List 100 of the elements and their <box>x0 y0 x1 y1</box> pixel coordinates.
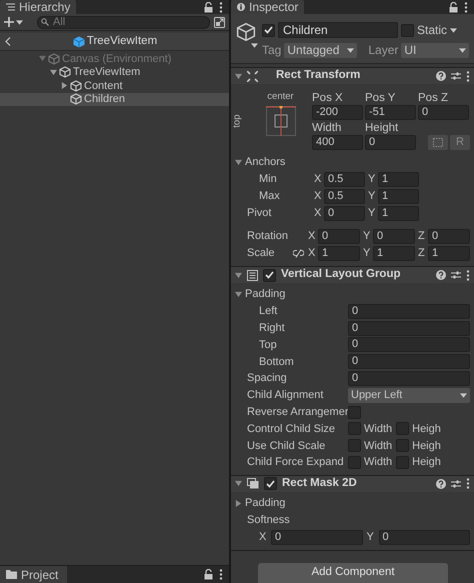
option-label: Heigh <box>412 422 441 437</box>
number-field[interactable]: 0 <box>348 320 470 336</box>
number-field[interactable]: 1 <box>378 206 419 221</box>
checkbox[interactable] <box>263 268 276 282</box>
collapse-arrow-icon[interactable] <box>235 291 242 298</box>
caret-icon[interactable] <box>450 28 458 32</box>
hierarchy-tab[interactable]: Hierarchy <box>0 0 76 14</box>
option-label: Heigh <box>412 438 441 454</box>
collapse-arrow-icon[interactable] <box>235 480 242 488</box>
cube-icon <box>48 52 60 65</box>
search-field[interactable]: All <box>37 16 210 28</box>
anchor-horizontal-label: center <box>267 90 294 104</box>
number-field[interactable]: 0.5 <box>324 172 365 187</box>
checkbox[interactable] <box>264 477 277 490</box>
add-component-button[interactable]: Add Component <box>258 563 448 583</box>
number-field[interactable]: 1 <box>373 246 415 261</box>
blueprint-button[interactable] <box>428 134 448 150</box>
inspector-tab[interactable]: Inspector <box>231 0 304 14</box>
foldout[interactable]: Padding <box>231 286 474 303</box>
number-field[interactable]: 1 <box>378 172 419 187</box>
broken-link-icon[interactable] <box>293 249 304 258</box>
expand-arrow-icon[interactable] <box>61 82 68 90</box>
lock-icon[interactable] <box>204 2 213 12</box>
number-field[interactable]: 0 <box>348 354 470 370</box>
help-icon[interactable] <box>436 478 446 489</box>
scene-filter-icon[interactable] <box>214 16 225 28</box>
lock-icon[interactable] <box>449 2 458 12</box>
component-header[interactable]: Rect Transform <box>231 67 474 84</box>
number-field[interactable]: 1 <box>318 246 360 261</box>
help-icon[interactable] <box>436 270 446 280</box>
number-field[interactable]: 0 <box>348 337 470 352</box>
caret-icon[interactable] <box>251 43 258 48</box>
collapse-arrow-icon[interactable] <box>235 272 242 278</box>
number-field[interactable]: 0 <box>365 134 416 150</box>
number-field[interactable]: -200 <box>312 104 363 120</box>
folder-icon <box>6 570 17 579</box>
anchor-preset-drawing[interactable] <box>266 106 296 136</box>
dashed-square-icon <box>433 138 443 146</box>
checkbox[interactable] <box>348 439 361 452</box>
number-field[interactable]: 0 <box>348 371 470 386</box>
component-header[interactable]: Rect Mask 2D <box>231 474 474 492</box>
add-button[interactable] <box>4 17 23 27</box>
number-field[interactable]: 0 <box>324 206 365 221</box>
option-label: Heigh <box>412 455 441 470</box>
checkbox[interactable] <box>396 456 410 470</box>
layer-dropdown[interactable]: UI <box>401 42 469 58</box>
more-icon[interactable] <box>219 569 223 580</box>
more-icon[interactable] <box>464 2 468 12</box>
number-field[interactable]: 0 <box>373 229 415 244</box>
number-field[interactable]: 0 <box>418 104 469 120</box>
axis-label: X <box>308 229 316 244</box>
expand-arrow-icon[interactable] <box>235 500 242 507</box>
component-header[interactable]: Vertical Layout Group <box>231 266 474 283</box>
tree-item[interactable]: TreeViewItem <box>0 66 229 79</box>
option-label: Width <box>364 422 392 437</box>
list-icon <box>6 3 15 11</box>
tree-item[interactable]: Children <box>0 92 229 106</box>
number-field[interactable]: 0 <box>318 229 360 244</box>
checkbox[interactable] <box>348 456 361 470</box>
number-field[interactable]: 0 <box>348 304 470 319</box>
project-tab[interactable]: Project <box>0 566 67 583</box>
more-icon[interactable] <box>466 478 470 490</box>
number-field[interactable]: 400 <box>312 134 363 150</box>
more-icon[interactable] <box>466 70 470 82</box>
number-field[interactable]: 1 <box>428 246 470 261</box>
help-icon[interactable] <box>436 71 446 81</box>
number-field[interactable]: 0 <box>378 530 470 545</box>
info-icon <box>237 3 245 11</box>
foldout[interactable]: Padding <box>231 494 474 512</box>
more-icon[interactable] <box>466 270 470 280</box>
checkbox[interactable] <box>396 422 410 436</box>
field-label: Child Alignment <box>247 388 324 404</box>
lock-icon[interactable] <box>204 569 213 580</box>
name-field[interactable]: Children <box>278 22 398 38</box>
collapse-arrow-icon[interactable] <box>235 72 242 80</box>
cube-icon[interactable] <box>236 22 256 42</box>
sliders-icon[interactable] <box>451 71 461 81</box>
tag-dropdown[interactable]: Untagged <box>284 42 358 58</box>
alignment-dropdown[interactable]: Upper Left <box>348 388 470 403</box>
collapse-arrow-icon[interactable] <box>235 159 242 166</box>
checkbox[interactable] <box>348 422 361 436</box>
field-label: Width <box>312 121 342 134</box>
more-icon[interactable] <box>219 2 223 12</box>
foldout[interactable]: Anchors <box>231 154 474 171</box>
caret-icon <box>16 20 23 24</box>
number-field[interactable]: 0.5 <box>324 189 365 204</box>
sliders-icon[interactable] <box>451 478 461 489</box>
number-field[interactable]: 0 <box>428 229 470 244</box>
checkbox[interactable] <box>396 439 410 452</box>
collapse-arrow-icon[interactable] <box>50 68 57 76</box>
checkbox[interactable] <box>348 406 361 419</box>
number-field[interactable]: 0 <box>271 530 362 545</box>
sliders-icon[interactable] <box>451 270 461 280</box>
checkbox[interactable] <box>401 24 414 36</box>
cube-icon <box>59 66 71 78</box>
number-field[interactable]: 1 <box>378 189 419 204</box>
tree-item[interactable]: Content <box>0 79 229 92</box>
checkbox[interactable] <box>262 24 275 36</box>
number-field[interactable]: -51 <box>365 104 416 120</box>
field-label: Use Child Scale <box>247 438 326 454</box>
